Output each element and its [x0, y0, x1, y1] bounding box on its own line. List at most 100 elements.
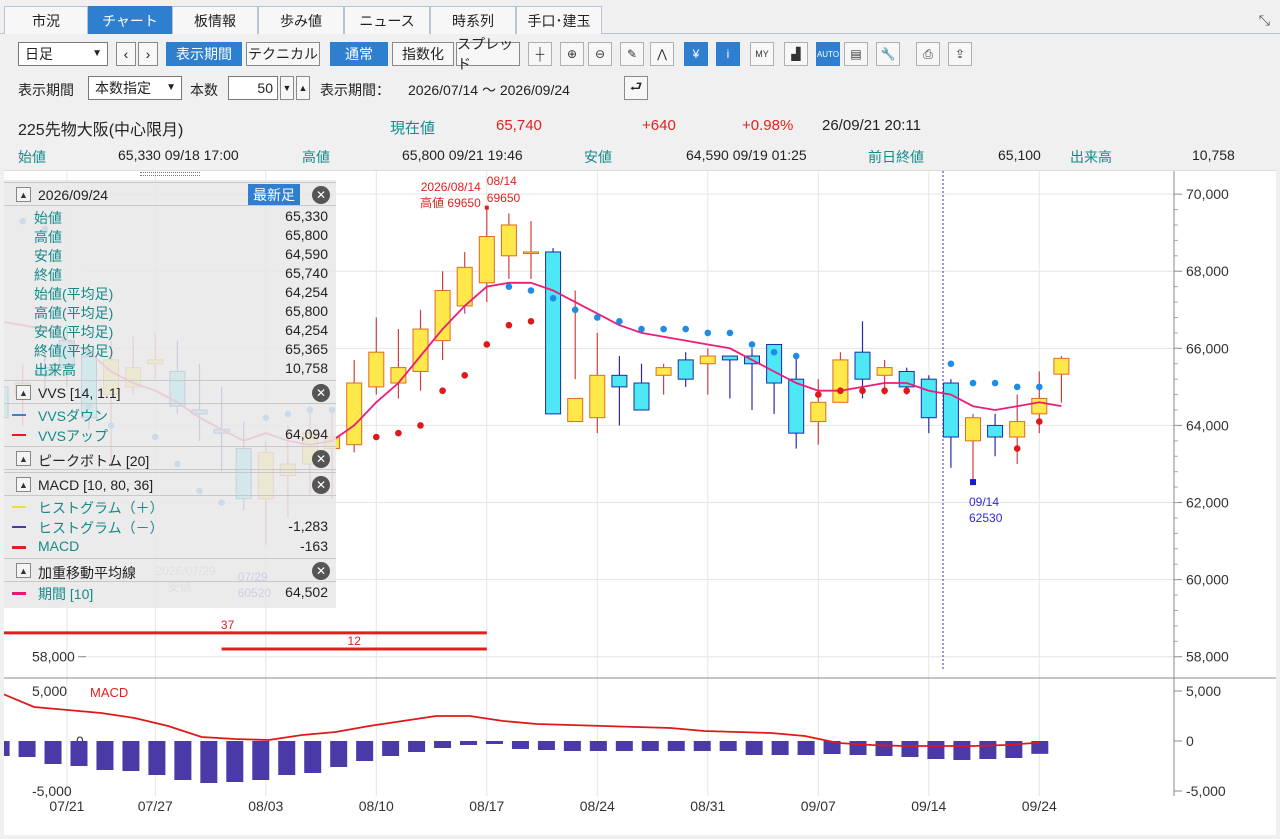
collapse-icon[interactable]: ▲ — [16, 477, 31, 492]
expand-icon[interactable]: ⤡ — [1259, 12, 1270, 29]
macd-hist-bar — [200, 741, 218, 783]
vvs-down-dot — [571, 306, 579, 314]
zoom-in-icon[interactable]: ⊕ — [560, 42, 584, 66]
auto-scale-icon[interactable]: AUTO — [816, 42, 840, 66]
quote-header: 225先物大阪(中心限月) 現在値 65,740 +640 +0.98% 26/… — [0, 112, 1280, 139]
close-icon[interactable]: ✕ — [312, 186, 330, 204]
count-up-button[interactable]: ▲ — [296, 76, 310, 100]
close-icon[interactable]: ✕ — [312, 384, 330, 402]
ohlc-label: 高値(平均足) — [34, 305, 114, 321]
collapse-icon[interactable]: ▲ — [16, 385, 31, 400]
normal-button[interactable]: 通常 — [330, 42, 388, 66]
wrench-icon[interactable]: 🔧 — [876, 42, 900, 66]
high-annotation-date: 2026/08/14 — [421, 180, 481, 194]
range-bar-37-label: 37 — [221, 618, 235, 632]
zoom-out-icon[interactable]: ⊖ — [588, 42, 612, 66]
info-icon[interactable]: i — [716, 42, 740, 66]
period-button[interactable]: 表示期間 — [166, 42, 242, 66]
trend-icon[interactable]: ⋀ — [650, 42, 674, 66]
close-icon[interactable]: ✕ — [312, 476, 330, 494]
refresh-button[interactable]: ⮐ — [624, 76, 648, 100]
macd-hist-bar — [122, 741, 140, 771]
panel-grip[interactable] — [140, 172, 200, 176]
period-mode-select[interactable]: 本数指定 ▼ — [88, 76, 182, 100]
hist-minus-label: ヒストグラム（－） — [38, 520, 164, 536]
candle — [920, 375, 937, 434]
range-label: 表示期間： — [320, 82, 390, 98]
export-icon[interactable]: ⇪ — [948, 42, 972, 66]
print-icon[interactable]: ⎙ — [916, 42, 940, 66]
tab-ticks[interactable]: 歩み値 — [258, 6, 344, 34]
vvs-up-row: VVSアップ 64,094 — [4, 425, 336, 444]
count-input[interactable]: 50 — [228, 76, 278, 100]
prev-button[interactable]: ‹ — [116, 42, 136, 66]
vvs-down-dot — [505, 283, 513, 290]
candle — [987, 413, 1004, 457]
high-annotation-short-value: 69650 — [487, 191, 521, 205]
candle-body — [987, 424, 1004, 438]
tab-news[interactable]: ニュース — [344, 6, 430, 34]
candle — [677, 352, 694, 387]
range-bars: 37 12 — [0, 618, 487, 651]
latest-button[interactable]: 最新足 — [248, 184, 300, 205]
legend-line — [12, 506, 26, 508]
tab-market[interactable]: 市況 — [4, 6, 88, 34]
ohlc-value: 64,254 — [285, 322, 328, 338]
macd-hist-bar — [148, 741, 166, 775]
ohlc-row: 始値(平均足) 64,254 — [4, 283, 336, 302]
y-tick-label: 58,000 — [1186, 649, 1229, 665]
tab-trades[interactable]: 手口･建玉 — [516, 6, 602, 34]
count-down-button[interactable]: ▼ — [280, 76, 294, 100]
candle-body — [677, 359, 694, 380]
macd-hist-bar — [330, 741, 348, 767]
collapse-icon[interactable]: ▲ — [16, 451, 31, 466]
close-icon[interactable]: ✕ — [312, 450, 330, 468]
tab-chart[interactable]: チャート — [88, 6, 172, 34]
macd-hist-bar — [537, 741, 555, 750]
candle — [346, 359, 363, 453]
high-label: 高値 — [302, 149, 330, 165]
macd-series-label: MACD — [90, 685, 128, 700]
macd-header: ▲ MACD [10, 80, 36] ✕ — [4, 472, 336, 496]
my-chart-icon[interactable]: MY — [750, 42, 774, 66]
crosshair-icon[interactable]: ┼ — [528, 42, 552, 66]
ohlc-label: 始値(平均足) — [34, 286, 114, 302]
period-row: 表示期間 本数指定 ▼ 本数 50 ▼ ▲ 表示期間： 2026/07/14 ～… — [0, 74, 1280, 104]
candle — [523, 221, 539, 279]
technical-button[interactable]: テクニカル — [246, 42, 320, 66]
candle-body — [810, 401, 827, 423]
vvs-down-dot — [969, 379, 977, 387]
interval-select[interactable]: 日足 ▼ — [18, 42, 108, 66]
ohlc-value: 64,590 — [285, 246, 328, 262]
vvs-up-value: 64,094 — [285, 426, 328, 442]
macd-row: MACD -163 — [4, 537, 336, 556]
tab-board[interactable]: 板情報 — [172, 6, 258, 34]
macd-hist-bar — [408, 741, 426, 752]
macd-hist-bar — [382, 741, 400, 756]
spread-button[interactable]: スプレッド — [456, 36, 520, 72]
candle — [942, 379, 959, 468]
chart-settings-icon[interactable]: ▤ — [844, 42, 868, 66]
next-button[interactable]: › — [138, 42, 158, 66]
candle-body — [854, 351, 871, 380]
vvs-down-row: VVSダウン — [4, 405, 336, 424]
close-icon[interactable]: ✕ — [312, 562, 330, 580]
macd-hist-bar — [44, 741, 62, 764]
collapse-icon[interactable]: ▲ — [16, 563, 31, 578]
vvs-down-dot — [726, 329, 734, 337]
yen-icon[interactable]: ¥ — [684, 42, 708, 66]
candle-body — [721, 355, 738, 361]
count-label: 本数 — [190, 82, 218, 98]
macd-hist-bar — [615, 741, 633, 751]
pencil-icon[interactable]: ✎ — [620, 42, 644, 66]
vvs-down-dot — [682, 325, 689, 333]
tab-timeseries[interactable]: 時系列 — [430, 6, 516, 34]
macd-hist-bar — [745, 741, 763, 755]
index-button[interactable]: 指数化 — [392, 42, 454, 66]
x-tick-label: 08/10 — [359, 798, 394, 814]
vvs-down-dot — [1013, 383, 1021, 391]
vvs-up-dot — [815, 391, 822, 398]
vvs-down-dot — [594, 314, 601, 321]
volume-icon[interactable]: ▟ — [784, 42, 808, 66]
collapse-icon[interactable]: ▲ — [16, 187, 31, 202]
